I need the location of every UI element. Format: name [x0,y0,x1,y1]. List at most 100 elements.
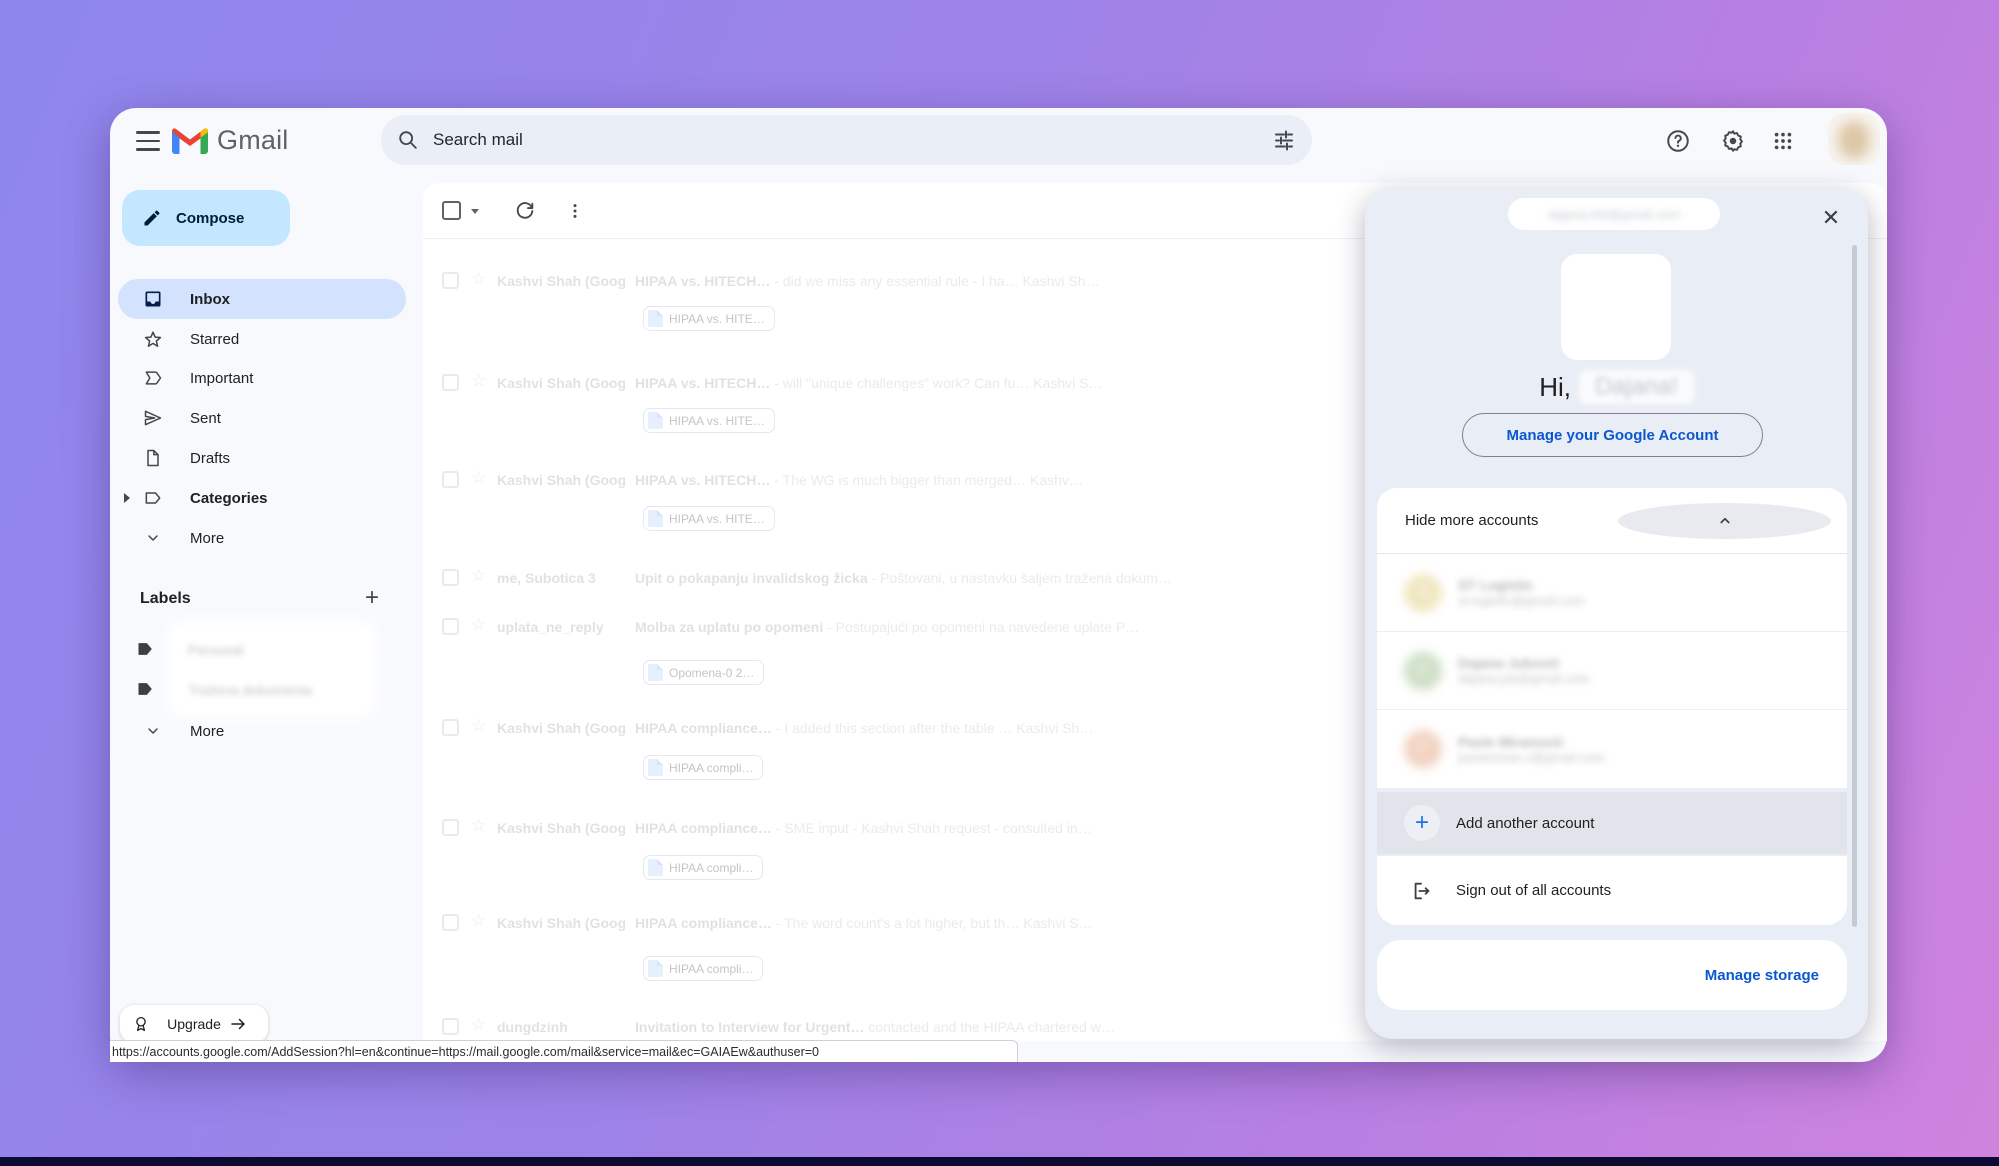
doc-icon [648,759,663,776]
gmail-logo: Gmail [172,125,289,156]
settings-gear-icon[interactable] [1714,122,1752,160]
email-label-chip[interactable]: HIPAA compli… [643,855,763,880]
label-tag-icon[interactable] [136,639,158,661]
labels-more-item[interactable]: More [118,711,406,751]
account-email-redacted: pavlemiran.v@gmail.com [1458,750,1604,765]
gmail-window: Gmail Search mail [110,108,1887,1062]
account-email-redacted: dajana.juk@gmail.com [1458,671,1590,686]
doc-icon [648,859,663,876]
label-item[interactable]: Personal [188,642,358,658]
label-tag-icon[interactable] [136,679,158,701]
sign-out-all-button[interactable]: Sign out of all accounts [1377,856,1847,925]
account-avatar: S [1404,574,1442,612]
add-account-label: Add another account [1456,815,1594,832]
close-icon[interactable]: ✕ [1811,198,1851,238]
chevron-up-icon [1716,512,1734,530]
manage-google-account-button[interactable]: Manage your Google Account [1462,413,1763,457]
add-another-account-button[interactable]: + Add another account [1377,792,1847,854]
email-label-chip[interactable]: HIPAA vs. HITE… [643,506,775,531]
upgrade-label: Upgrade [167,1016,221,1032]
sidebar-item-more[interactable]: More [118,518,406,558]
email-label-chip[interactable]: HIPAA compli… [643,956,763,981]
sign-out-icon [1404,880,1440,902]
account-avatar: D [1404,652,1442,690]
browser-status-bar: https://accounts.google.com/AddSession?h… [110,1040,1018,1062]
email-label-chip[interactable]: HIPAA compli… [643,755,763,780]
doc-icon [648,664,663,681]
panel-scrollbar[interactable] [1852,245,1857,927]
storage-card: Manage storage [1377,940,1847,1010]
compose-label: Compose [176,210,244,227]
draft-file-icon [142,447,164,469]
account-avatar-large[interactable] [1561,254,1671,360]
apps-grid-icon[interactable] [1764,122,1802,160]
sidebar-item-sent[interactable]: Sent [118,398,406,438]
help-icon[interactable] [1659,122,1697,160]
sidebar-item-inbox[interactable]: Inbox [118,279,406,319]
sidebar-item-starred[interactable]: Starred [118,319,406,359]
sidebar-item-label: More [190,530,224,547]
profile-avatar[interactable] [1828,113,1880,165]
screen-bottom-bar [0,1157,1999,1166]
doc-icon [648,412,663,429]
search-filter-icon[interactable] [1272,128,1296,152]
search-icon[interactable] [397,129,419,151]
email-label-chip[interactable]: Opomena-0 2… [643,660,764,685]
sidebar-item-label: Sent [190,410,221,427]
doc-icon [648,960,663,977]
email-label-chip[interactable]: HIPAA vs. HITE… [643,306,775,331]
gmail-m-icon [172,127,208,154]
account-email-redacted: st.logistic@gmail.com [1458,593,1584,608]
doc-icon [648,310,663,327]
account-row[interactable]: D Dajana Juković dajana.juk@gmail.com [1377,632,1847,710]
pencil-icon [142,208,162,228]
account-row[interactable]: S ST Logistic st.logistic@gmail.com [1377,554,1847,632]
main-menu-icon[interactable] [134,128,164,154]
doc-icon [648,510,663,527]
sidebar-item-drafts[interactable]: Drafts [118,438,406,478]
sign-out-label: Sign out of all accounts [1456,882,1611,899]
sidebar-item-categories[interactable]: Categories [118,478,406,518]
chevron-down-icon [142,527,164,549]
account-name-redacted: Pavle Miranović [1458,734,1604,750]
current-account-email: dajana.93i@gmail.com [1508,198,1720,230]
sidebar-item-label: Inbox [190,291,230,308]
send-icon [142,407,164,429]
manage-storage-link[interactable]: Manage storage [1705,967,1819,984]
arrow-right-icon [229,1015,256,1033]
greeting: Hi, Dajana! [1365,369,1868,405]
sidebar-item-label: Important [190,370,253,387]
hide-more-accounts-label: Hide more accounts [1405,512,1618,529]
medal-icon [132,1015,159,1033]
search-bar[interactable]: Search mail [381,115,1312,165]
labels-redaction-box [174,626,370,712]
greeting-prefix: Hi, [1539,372,1571,403]
sidebar-item-label: Starred [190,331,239,348]
compose-button[interactable]: Compose [122,190,290,246]
email-label-chip[interactable]: HIPAA vs. HITE… [643,408,775,433]
star-icon [142,328,164,350]
sidebar-item-label: Drafts [190,450,230,467]
expand-triangle-icon[interactable] [124,493,130,503]
collapse-accounts-button[interactable] [1618,503,1831,539]
greeting-name-redacted: Dajana! [1579,370,1694,404]
sidebar-item-label: Categories [190,490,268,507]
create-label-plus-icon[interactable]: + [356,582,388,614]
gmail-logo-text: Gmail [217,125,289,156]
labels-heading: Labels [140,590,191,608]
account-name-redacted: ST Logistic [1458,577,1584,593]
inbox-icon [142,288,164,310]
google-account-panel: dajana.93i@gmail.com ✕ Hi, Dajana! Manag… [1365,188,1868,1039]
label-tag-icon [142,487,164,509]
upgrade-button[interactable]: Upgrade [120,1005,268,1043]
important-icon [142,367,164,389]
label-item[interactable]: Tražena dokumenta [188,682,358,698]
account-row[interactable]: P Pavle Miranović pavlemiran.v@gmail.com [1377,710,1847,788]
sidebar-item-important[interactable]: Important [118,358,406,398]
account-avatar: P [1404,730,1442,768]
chevron-down-icon [142,720,164,742]
accounts-card: Hide more accounts S ST Logistic st.logi… [1377,488,1847,788]
search-input[interactable]: Search mail [433,130,1272,150]
account-name-redacted: Dajana Juković [1458,655,1590,671]
hide-more-accounts-row[interactable]: Hide more accounts [1377,488,1847,554]
